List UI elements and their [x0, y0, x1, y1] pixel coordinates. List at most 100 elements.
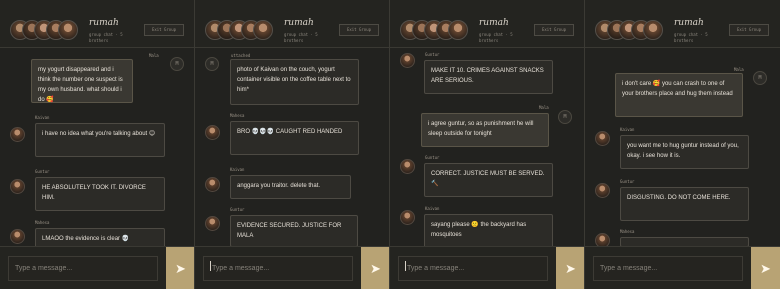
- message-bubble: BRO 💀💀💀 CAUGHT RED HANDED: [230, 121, 359, 155]
- message-bubble: photo of Kaivan on the couch, yogurt con…: [230, 59, 359, 105]
- page-title: rumah: [479, 18, 509, 28]
- app-screens: rumah group chat · 5 brothers Exit Group…: [0, 0, 780, 289]
- page-title: rumah: [674, 18, 704, 28]
- send-button[interactable]: ➤: [361, 247, 389, 289]
- message-sender: Mala: [734, 67, 744, 72]
- message-bubble: anggara you traitor. delete that.: [230, 175, 351, 199]
- message-sender: Kaivan: [620, 127, 635, 132]
- page-title: rumah: [89, 18, 119, 28]
- chat-screen-3: rumah group chat · 5 brothers Exit Group…: [390, 0, 585, 289]
- message-sender: Guntur: [425, 52, 440, 57]
- message-bubble: i don't care 🥰 you can crash to one of y…: [615, 73, 743, 117]
- message-bubble: i have no idea what you're talking about…: [35, 123, 165, 157]
- chat-header: rumah group chat · 5 brothers Exit Group: [390, 0, 584, 48]
- avatar: [10, 229, 25, 244]
- exit-group-button[interactable]: Exit Group: [339, 24, 379, 36]
- avatar: [400, 159, 415, 174]
- message-list: Mala M i don't care 🥰 you can crash to o…: [585, 49, 780, 246]
- message-sender: Mahesa: [35, 220, 50, 225]
- group-subtitle: group chat · 5 brothers: [89, 32, 123, 43]
- group-subtitle: group chat · 5 brothers: [674, 32, 708, 43]
- user-avatar-icon: M: [558, 110, 572, 124]
- avatar: [643, 20, 663, 40]
- message-sender: Kaivan: [35, 115, 50, 120]
- chat-header: rumah group chat · 5 brothers Exit Group: [195, 0, 389, 48]
- text-cursor: [210, 261, 211, 271]
- list-item: Guntur CORRECT. JUSTICE MUST BE SERVED. …: [400, 155, 560, 201]
- message-composer: Type a message... ➤: [585, 246, 780, 289]
- message-input[interactable]: Type a message...: [8, 256, 158, 281]
- list-item: Guntur EVIDENCE SECURED. JUSTICE FOR MAL…: [205, 207, 365, 246]
- message-composer: Type a message... ➤: [195, 246, 389, 289]
- avatar: [58, 20, 78, 40]
- message-input[interactable]: Type a message...: [593, 256, 743, 281]
- send-button[interactable]: ➤: [751, 247, 780, 289]
- message-list: Guntur MAKE IT 10. CRIMES AGAINST SNACKS…: [390, 49, 584, 246]
- avatar: [595, 183, 610, 198]
- message-sender: Kaivan: [425, 206, 440, 211]
- group-subtitle: group chat · 5 brothers: [479, 32, 513, 43]
- avatar: [205, 216, 220, 231]
- message-bubble: EVIDENCE SECURED. JUSTICE FOR MALA: [230, 215, 358, 246]
- chat-screen-1: rumah group chat · 5 brothers Exit Group…: [0, 0, 195, 289]
- message-composer: Type a message... ➤: [0, 246, 194, 289]
- message-composer: Type a message... ➤: [390, 246, 584, 289]
- list-item: Kaivan i have no idea what you're talkin…: [10, 115, 170, 161]
- avatar: [10, 127, 25, 142]
- page-title: rumah: [284, 18, 314, 28]
- message-bubble: [620, 237, 749, 246]
- message-sender: Mahesa: [620, 229, 635, 234]
- message-bubble: HE ABSOLUTELY TOOK IT. DIVORCE HIM.: [35, 177, 165, 211]
- list-item: Guntur MAKE IT 10. CRIMES AGAINST SNACKS…: [400, 49, 560, 97]
- list-item: Guntur HE ABSOLUTELY TOOK IT. DIVORCE HI…: [10, 169, 170, 217]
- message-sender: Guntur: [425, 155, 440, 160]
- avatar: [595, 131, 610, 146]
- message-list: M uttached photo of Kaivan on the couch,…: [195, 49, 389, 246]
- message-bubble: i agree guntur, so as punishment he will…: [421, 113, 549, 147]
- message-sender: uttached: [231, 53, 251, 58]
- message-input[interactable]: Type a message...: [203, 256, 353, 281]
- group-subtitle: group chat · 5 brothers: [284, 32, 318, 43]
- list-item: Kaivan anggara you traitor. delete that.: [205, 167, 365, 203]
- message-sender: Mala: [149, 53, 159, 58]
- message-sender: Mala: [539, 105, 549, 110]
- message-sender: Mahesa: [230, 113, 245, 118]
- chat-screen-2: rumah group chat · 5 brothers Exit Group…: [195, 0, 390, 289]
- message-bubble: DISGUSTING. DO NOT COME HERE.: [620, 187, 749, 221]
- list-item: M uttached photo of Kaivan on the couch,…: [205, 49, 365, 111]
- list-item: Mala M i don't care 🥰 you can crash to o…: [615, 61, 767, 119]
- chat-header: rumah group chat · 5 brothers Exit Group: [585, 0, 780, 48]
- exit-group-button[interactable]: Exit Group: [729, 24, 769, 36]
- send-button[interactable]: ➤: [166, 247, 194, 289]
- list-item: Mahesa: [595, 229, 755, 246]
- avatar: [205, 125, 220, 140]
- chat-screen-4: rumah group chat · 5 brothers Exit Group…: [585, 0, 780, 289]
- message-sender: Guntur: [230, 207, 245, 212]
- message-bubble: my yogurt disappeared and i think the nu…: [31, 59, 133, 103]
- message-sender: Guntur: [35, 169, 50, 174]
- message-bubble: sayang please 🙁 the backyard has mosquit…: [424, 214, 553, 246]
- message-bubble: MAKE IT 10. CRIMES AGAINST SNACKS ARE SE…: [424, 60, 553, 94]
- message-bubble: LMAOO the evidence is clear 💀: [35, 228, 165, 246]
- avatar: [400, 210, 415, 225]
- message-input[interactable]: Type a message...: [398, 256, 548, 281]
- message-list: Mala M my yogurt disappeared and i think…: [0, 49, 194, 246]
- avatar: [253, 20, 273, 40]
- list-item: Kaivan sayang please 🙁 the backyard has …: [400, 206, 560, 246]
- message-bubble: you want me to hug guntur instead of you…: [620, 135, 749, 169]
- avatar: [10, 179, 25, 194]
- message-bubble: CORRECT. JUSTICE MUST BE SERVED. 🔨: [424, 163, 553, 197]
- list-item: Kaivan you want me to hug guntur instead…: [595, 127, 755, 173]
- message-sender: Guntur: [620, 179, 635, 184]
- list-item: Guntur DISGUSTING. DO NOT COME HERE.: [595, 179, 755, 223]
- exit-group-button[interactable]: Exit Group: [144, 24, 184, 36]
- text-cursor: [405, 261, 406, 271]
- exit-group-button[interactable]: Exit Group: [534, 24, 574, 36]
- user-avatar-icon: M: [170, 57, 184, 71]
- user-avatar-icon: M: [753, 71, 767, 85]
- list-item: Mahesa LMAOO the evidence is clear 💀: [10, 220, 170, 246]
- avatar: [448, 20, 468, 40]
- message-sender: Kaivan: [230, 167, 245, 172]
- send-button[interactable]: ➤: [556, 247, 584, 289]
- avatar: [595, 233, 610, 246]
